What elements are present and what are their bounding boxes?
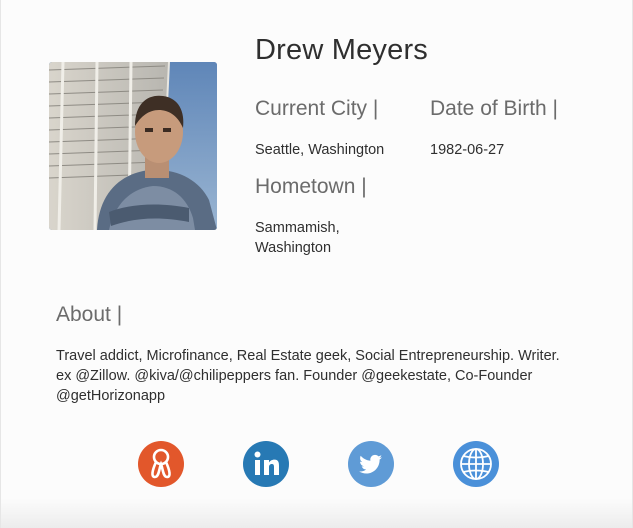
twitter-icon <box>348 441 394 487</box>
profile-photo <box>49 62 217 230</box>
profile-name: Drew Meyers <box>255 34 428 66</box>
hometown-line: Washington <box>255 240 332 256</box>
hometown-label: Hometown | <box>255 175 367 198</box>
profile-card: Drew Meyers Current City | Seattle, Wash… <box>0 0 633 528</box>
hometown-line: Sammamish, <box>255 220 340 236</box>
current-city-value: Seattle, Washington <box>255 142 385 158</box>
dob-value: 1982-06-27 <box>430 142 505 158</box>
about-line: Travel addict, Microfinance, Real Estate… <box>56 348 560 364</box>
website-link[interactable] <box>453 441 499 487</box>
hometown-value: Sammamish, Washington <box>255 218 340 258</box>
linkedin-link[interactable] <box>243 441 289 487</box>
about-label: About | <box>56 303 123 326</box>
linkedin-icon <box>243 441 289 487</box>
dob-label: Date of Birth | <box>430 97 559 120</box>
globe-icon <box>453 441 499 487</box>
couchsurfing-link[interactable] <box>138 441 184 487</box>
about-line: ex @Zillow. @kiva/@chilipeppers fan. Fou… <box>56 368 533 384</box>
twitter-link[interactable] <box>348 441 394 487</box>
couchsurfing-icon <box>138 441 184 487</box>
card-bottom-shadow <box>1 498 632 528</box>
about-line: @getHorizonapp <box>56 388 166 404</box>
about-text: Travel addict, Microfinance, Real Estate… <box>56 346 596 406</box>
current-city-label: Current City | <box>255 97 379 120</box>
